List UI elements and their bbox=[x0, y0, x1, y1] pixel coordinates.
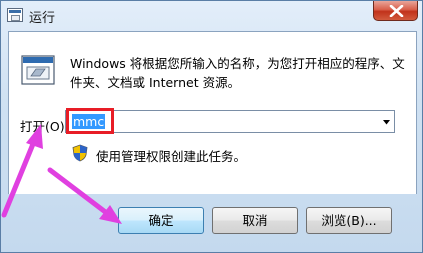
arrow-to-input-head bbox=[26, 124, 43, 149]
arrow-to-input-shaft bbox=[1, 141, 36, 218]
annotation-arrows bbox=[1, 124, 122, 224]
arrow-to-ok-shaft bbox=[47, 167, 111, 217]
